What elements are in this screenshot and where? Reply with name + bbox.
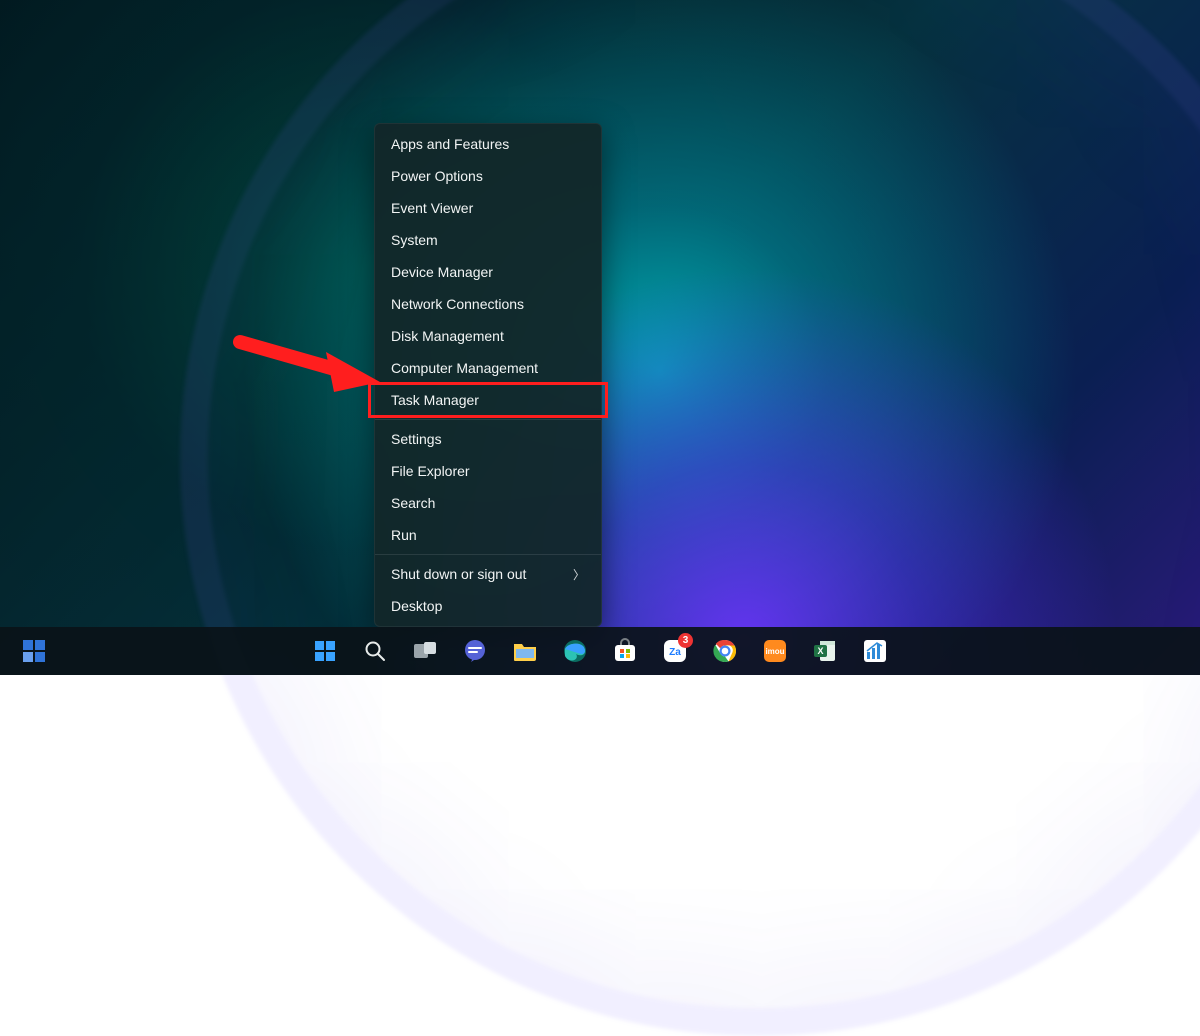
imou-icon: imou <box>762 638 788 664</box>
notification-badge: 3 <box>678 633 693 648</box>
menu-item-network-connections[interactable]: Network Connections <box>375 288 601 320</box>
menu-separator <box>375 554 601 555</box>
chat-icon <box>462 638 488 664</box>
wallpaper-ring <box>180 0 1200 1036</box>
menu-item-label: Run <box>391 527 417 543</box>
menu-item-label: Network Connections <box>391 296 524 312</box>
search-icon <box>364 640 386 662</box>
menu-item-event-viewer[interactable]: Event Viewer <box>375 192 601 224</box>
menu-item-device-manager[interactable]: Device Manager <box>375 256 601 288</box>
taskbar-analytics-button[interactable] <box>855 631 895 671</box>
menu-item-label: Shut down or sign out <box>391 566 526 582</box>
chrome-icon <box>712 638 738 664</box>
menu-item-task-manager[interactable]: Task Manager <box>375 384 601 416</box>
taskbar-imou-button[interactable]: imou <box>755 631 795 671</box>
menu-item-label: Disk Management <box>391 328 504 344</box>
taskbar-search-button[interactable] <box>355 631 395 671</box>
menu-item-apps-and-features[interactable]: Apps and Features <box>375 128 601 160</box>
menu-item-label: File Explorer <box>391 463 470 479</box>
menu-item-file-explorer[interactable]: File Explorer <box>375 455 601 487</box>
svg-text:X: X <box>817 646 823 656</box>
taskbar-chat-button[interactable] <box>455 631 495 671</box>
taskbar-task-view-button[interactable] <box>405 631 445 671</box>
taskbar-edge-button[interactable] <box>555 631 595 671</box>
menu-item-system[interactable]: System <box>375 224 601 256</box>
excel-icon: X <box>812 638 838 664</box>
menu-item-label: Power Options <box>391 168 483 184</box>
menu-item-label: Event Viewer <box>391 200 473 216</box>
edge-icon <box>562 638 588 664</box>
chart-icon <box>862 638 888 664</box>
menu-item-power-options[interactable]: Power Options <box>375 160 601 192</box>
menu-item-settings[interactable]: Settings <box>375 423 601 455</box>
start-corner-button[interactable] <box>14 631 54 671</box>
taskbar-store-button[interactable] <box>605 631 645 671</box>
taskbar-chrome-button[interactable] <box>705 631 745 671</box>
taskbar-start-button[interactable] <box>305 631 345 671</box>
menu-item-run[interactable]: Run <box>375 519 601 551</box>
menu-item-label: Settings <box>391 431 442 447</box>
menu-item-label: Search <box>391 495 435 511</box>
task-view-icon <box>413 641 437 661</box>
menu-item-label: Desktop <box>391 598 442 614</box>
taskbar-left <box>14 627 54 675</box>
menu-item-label: System <box>391 232 438 248</box>
menu-item-computer-management[interactable]: Computer Management <box>375 352 601 384</box>
taskbar-file-explorer-button[interactable] <box>505 631 545 671</box>
windows-start-icon <box>313 639 337 663</box>
svg-text:imou: imou <box>765 647 784 656</box>
menu-item-label: Task Manager <box>391 392 479 408</box>
folder-icon <box>512 640 538 662</box>
svg-text:Za: Za <box>669 647 681 658</box>
menu-item-disk-management[interactable]: Disk Management <box>375 320 601 352</box>
menu-item-label: Computer Management <box>391 360 538 376</box>
menu-item-desktop[interactable]: Desktop <box>375 590 601 622</box>
taskbar-excel-button[interactable]: X <box>805 631 845 671</box>
menu-separator <box>375 419 601 420</box>
menu-item-search[interactable]: Search <box>375 487 601 519</box>
taskbar-center: Za 3 imou <box>305 631 895 671</box>
menu-item-label: Apps and Features <box>391 136 509 152</box>
menu-item-shutdown-signout[interactable]: Shut down or sign out 〉 <box>375 558 601 590</box>
winx-context-menu: Apps and Features Power Options Event Vi… <box>374 123 602 627</box>
menu-item-label: Device Manager <box>391 264 493 280</box>
windows-logo-icon <box>23 640 45 662</box>
store-icon <box>612 638 638 664</box>
taskbar-zalo-button[interactable]: Za 3 <box>655 631 695 671</box>
chevron-right-icon: 〉 <box>573 566 585 583</box>
taskbar: Za 3 imou <box>0 627 1200 675</box>
